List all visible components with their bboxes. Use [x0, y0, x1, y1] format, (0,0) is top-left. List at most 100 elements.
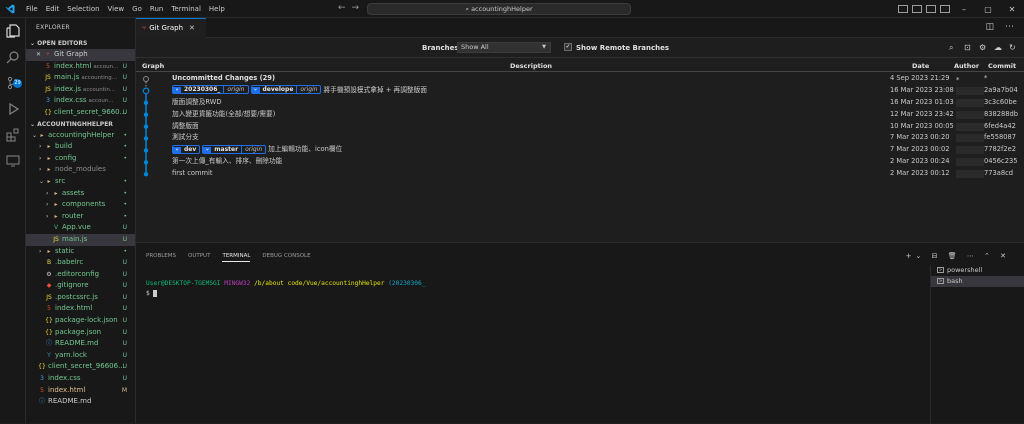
open-editors-header[interactable]: ⌄ OPEN EDITORS [26, 38, 135, 49]
customize-layout-icon[interactable] [940, 5, 950, 13]
commit-description-cell: 加入變更貨籤功能(全部/想要/需要) [172, 109, 275, 121]
git-status-badge: U [122, 62, 127, 70]
search-icon[interactable] [6, 50, 20, 64]
open-editor-item[interactable]: JS index.js accountin... U [26, 84, 135, 96]
file-tree-item[interactable]: › ▸ node_modules [26, 164, 135, 176]
file-tree-item[interactable]: Yyarn.lock U [26, 350, 135, 362]
find-icon[interactable]: ⌕ [949, 43, 958, 52]
fetch-icon[interactable]: ☁ [994, 43, 1003, 52]
open-editor-item[interactable]: 5 index.html accoun... U [26, 61, 135, 73]
menu-bar: File Edit Selection View Go Run Terminal Help [22, 0, 229, 18]
file-tree-item[interactable]: JS main.js U [26, 233, 135, 246]
branch-name: 20230306_ [184, 86, 221, 94]
file-tree-item[interactable]: {} package-lock.json U [26, 315, 135, 327]
tab-problems[interactable]: PROBLEMS [146, 253, 176, 262]
commit-message: first commit [172, 169, 213, 178]
file-tree-item[interactable]: › ▸ components • [26, 199, 135, 211]
run-debug-icon[interactable] [6, 102, 20, 116]
extensions-icon[interactable] [6, 128, 20, 142]
menu-edit[interactable]: Edit [42, 5, 64, 13]
close-icon[interactable] [36, 86, 44, 93]
branch-tag[interactable]: ⑂ master origin [202, 144, 267, 154]
nav-arrows[interactable]: ←→ [338, 3, 365, 13]
close-button[interactable]: ✕ [1000, 5, 1024, 14]
branch-tag[interactable]: ⑂ dev [172, 144, 201, 154]
toggle-secondary-sidebar-icon[interactable] [926, 5, 936, 13]
terminal-output[interactable]: User@DESKTOP-TGEMSGI MINGW32 /b/about co… [146, 279, 425, 299]
close-icon[interactable] [36, 63, 44, 70]
refresh-icon[interactable]: ↻ [1009, 43, 1018, 52]
toggle-sidebar-icon[interactable] [898, 5, 908, 13]
file-tree-item[interactable]: {} package.json U [26, 327, 135, 339]
show-remote-checkbox[interactable]: ✓ [564, 43, 572, 51]
file-name: accountinghHelper [48, 130, 115, 139]
minimize-button[interactable]: – [952, 5, 976, 14]
file-tree-item[interactable]: ⌄ ▸ accountinghHelper • [26, 130, 135, 142]
branch-tag[interactable]: ⑂ develope origin [250, 85, 322, 95]
commit-row[interactable]: ⑂ 20230306_ origin ⑂ develope origin 將手機預設模式拿掉… [136, 85, 1024, 97]
menu-go[interactable]: Go [128, 5, 146, 13]
menu-view[interactable]: View [104, 5, 129, 13]
open-editor-item[interactable]: JS main.js accounting... U [26, 72, 135, 84]
file-tree-item[interactable]: 5 index.html U [26, 303, 135, 315]
commit-message: 加上編輯功能、icon欄位 [268, 145, 343, 154]
commit-author [956, 134, 984, 143]
file-tree-item[interactable]: › ▸ router • [26, 211, 135, 223]
file-tree-item[interactable]: ⓘ README.md U [26, 338, 135, 350]
commit-row[interactable]: 加入變更貨籤功能(全部/想要/需要) 12 Mar 2023 23:42 83828… [136, 109, 1024, 121]
panel-actions[interactable]: +⌄ ⊟ 🗑 ⋯ ⌃ ✕ [906, 252, 1010, 260]
tab-close-icon[interactable]: ✕ [189, 24, 195, 32]
command-center-search[interactable]: ⌕ accountinghHelper [367, 3, 631, 15]
tab-output[interactable]: OUTPUT [188, 253, 210, 262]
file-tree-item[interactable]: › ▸ config • [26, 153, 135, 165]
commit-row[interactable]: 第一次上傳_有輸入、排序、刪除功能 2 Mar 2023 00:24 0456c23… [136, 156, 1024, 168]
editor-actions[interactable]: ◫ ⋯ [986, 22, 1018, 32]
commit-row[interactable]: 版面調整及RWD 16 Mar 2023 01:03 3c3c60be [136, 97, 1024, 109]
toggle-panel-icon[interactable] [912, 5, 922, 13]
file-tree-item[interactable]: JS .postcssrc.js U [26, 292, 135, 304]
file-tree-item[interactable]: ⓘ README.md [26, 396, 135, 408]
open-editor-item[interactable]: 3 index.css accoun... U [26, 95, 135, 107]
tab-git-graph[interactable]: ⑂ Git Graph ✕ [136, 18, 206, 38]
explorer-icon[interactable] [6, 24, 20, 38]
settings-gear-icon[interactable]: ⚙ [979, 43, 988, 52]
close-icon[interactable] [36, 74, 44, 81]
file-tree-item[interactable]: ⚙ .editorconfig U [26, 269, 135, 281]
menu-help[interactable]: Help [205, 5, 229, 13]
close-icon[interactable] [36, 97, 44, 104]
branch-tag[interactable]: ⑂ 20230306_ origin [172, 85, 249, 95]
commit-row[interactable]: ⑂ dev ⑂ master origin 加上編輯功能、icon欄位 7 Mar 2023… [136, 144, 1024, 156]
menu-run[interactable]: Run [146, 5, 167, 13]
commit-row[interactable]: first commit 2 Mar 2023 00:12 773a8cd [136, 168, 1024, 180]
file-tree-item[interactable]: B .babelrc U [26, 257, 135, 269]
remote-explorer-icon[interactable] [6, 154, 20, 168]
tab-debug-console[interactable]: DEBUG CONSOLE [262, 253, 310, 262]
terminal-instance[interactable]: > bash [931, 276, 1024, 287]
menu-file[interactable]: File [22, 5, 42, 13]
menu-terminal[interactable]: Terminal [167, 5, 205, 13]
maximize-button[interactable]: ▢ [976, 5, 1000, 14]
file-tree-item[interactable]: 3 index.css U [26, 373, 135, 385]
open-editor-item[interactable]: ✕ ⑂ Git Graph [26, 49, 135, 61]
file-tree-item[interactable]: {} client_secret_96606... U [26, 361, 135, 373]
file-tree-item[interactable]: V App.vue U [26, 222, 135, 234]
file-tree-item[interactable]: › ▸ build • [26, 141, 135, 153]
commit-row[interactable]: 調整版面 10 Mar 2023 00:05 6fed4a42 [136, 121, 1024, 133]
file-tree-item[interactable]: › ▸ static • [26, 246, 135, 258]
file-tree-item[interactable]: 5 index.html M [26, 385, 135, 397]
file-tree-item[interactable]: › ▸ assets • [26, 188, 135, 200]
file-tree-item[interactable]: ⌄ ▸ src • [26, 176, 135, 188]
commit-row[interactable]: 測試分支 7 Mar 2023 00:20 fe558087 [136, 132, 1024, 144]
branches-dropdown[interactable]: Show All ▼ [457, 42, 551, 53]
commit-author [956, 170, 984, 179]
project-header[interactable]: ⌄ ACCOUNTINGHHELPER [26, 119, 135, 130]
menu-selection[interactable]: Selection [63, 5, 103, 13]
commit-row[interactable]: Uncommitted Changes (29) 4 Sep 2023 21:29… [136, 73, 1024, 85]
tab-terminal[interactable]: TERMINAL [222, 253, 251, 262]
close-icon[interactable]: ✕ [36, 51, 43, 58]
close-icon[interactable] [36, 109, 44, 116]
terminal-icon[interactable]: ⊡ [964, 43, 973, 52]
open-editor-item[interactable]: {} client_secret_9660... U [26, 107, 135, 119]
file-tree-item[interactable]: ◆ .gitignore U [26, 280, 135, 292]
terminal-instance[interactable]: > powershell [931, 265, 1024, 276]
